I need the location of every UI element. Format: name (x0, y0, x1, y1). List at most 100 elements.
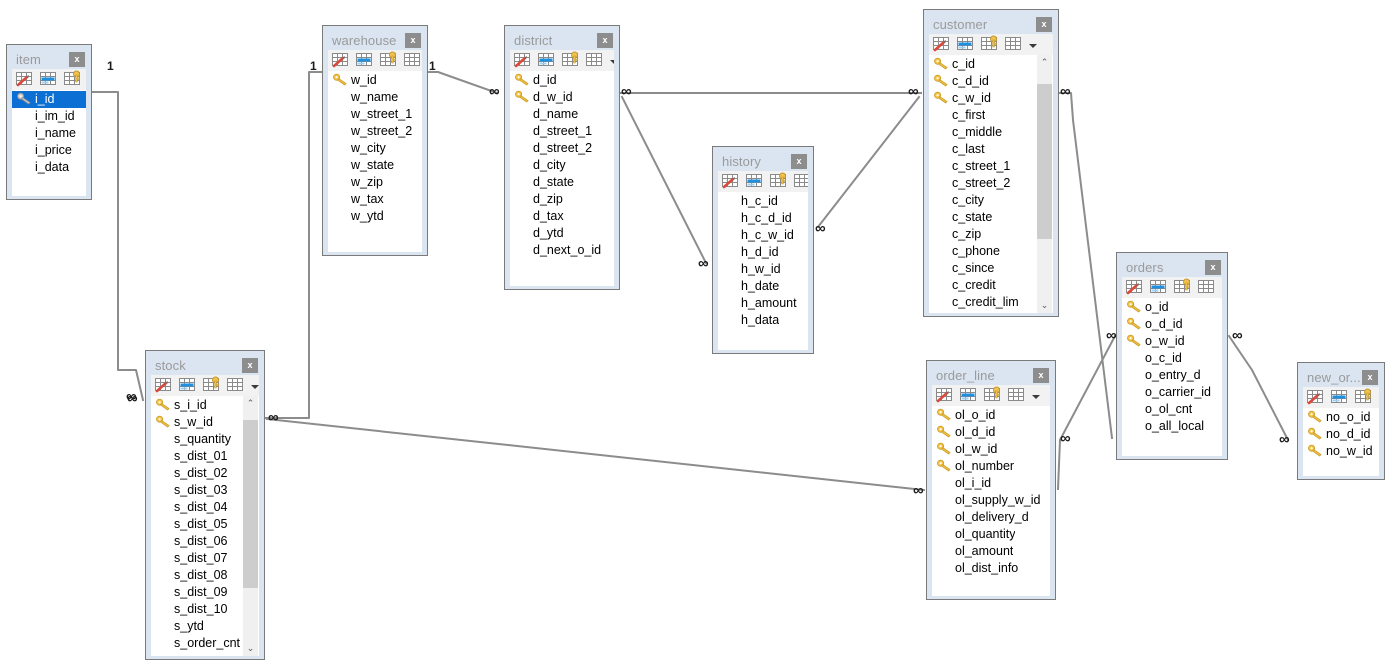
table-titlebar-new_orders[interactable]: new_or... x (1303, 367, 1379, 387)
view-rows-icon[interactable] (537, 51, 558, 70)
field-row[interactable]: w_name (328, 89, 422, 106)
relationships-key-icon[interactable] (202, 376, 223, 395)
table-toolbar-stock[interactable] (151, 375, 259, 396)
close-icon[interactable]: x (1033, 367, 1049, 383)
view-rows-icon[interactable] (745, 172, 766, 191)
scroll-down-icon[interactable]: ⌄ (1037, 298, 1052, 313)
view-rows-icon[interactable] (355, 51, 376, 70)
table-window-item[interactable]: item x i_id i_im_id i_name i_price i_data (6, 44, 92, 200)
close-icon[interactable]: x (1036, 16, 1052, 32)
edit-table-icon[interactable] (1125, 278, 1146, 297)
field-row[interactable]: c_credit (929, 277, 1053, 294)
field-row[interactable]: c_since (929, 260, 1053, 277)
field-row[interactable]: ol_supply_w_id (932, 492, 1050, 509)
table-toolbar-warehouse[interactable] (328, 50, 422, 71)
table-titlebar-stock[interactable]: stock x (151, 355, 259, 375)
chevron-down-icon[interactable] (1032, 395, 1040, 399)
relationships-key-icon[interactable] (1173, 278, 1194, 297)
field-row[interactable]: w_id (328, 72, 422, 89)
field-row[interactable]: d_next_o_id (510, 242, 614, 259)
field-row[interactable]: h_w_id (718, 261, 808, 278)
field-row[interactable]: c_phone (929, 243, 1053, 260)
field-row[interactable]: c_last (929, 141, 1053, 158)
scroll-up-icon[interactable]: ⌃ (243, 396, 258, 411)
edit-table-icon[interactable] (935, 386, 956, 405)
field-row[interactable]: i_im_id (12, 108, 86, 125)
field-row[interactable]: ol_i_id (932, 475, 1050, 492)
close-icon[interactable]: x (597, 32, 613, 48)
view-rows-icon[interactable] (959, 386, 980, 405)
table-toolbar-orders[interactable] (1122, 277, 1222, 298)
field-row[interactable]: o_w_id (1122, 333, 1222, 350)
field-row[interactable]: ol_w_id (932, 441, 1050, 458)
field-row[interactable]: c_credit_lim (929, 294, 1053, 311)
table-titlebar-order_line[interactable]: order_line x (932, 365, 1050, 385)
er-diagram-canvas[interactable]: 1 ∞ 1 ∞ 1 ∞ ∞ ∞ ∞ ∞ ∞ ∞ ∞ ∞ ∞ ∞ ∞ item x i… (0, 0, 1395, 665)
scrollbar-thumb[interactable] (1037, 84, 1052, 239)
field-row[interactable]: h_amount (718, 295, 808, 312)
table-toolbar-item[interactable] (12, 69, 86, 90)
field-row[interactable]: o_carrier_id (1122, 384, 1222, 401)
edit-table-icon[interactable] (932, 35, 953, 54)
close-icon[interactable]: x (791, 153, 807, 169)
field-row[interactable]: ol_o_id (932, 407, 1050, 424)
close-icon[interactable]: x (1362, 369, 1378, 385)
field-row[interactable]: w_city (328, 140, 422, 157)
field-row[interactable]: d_tax (510, 208, 614, 225)
field-row[interactable]: o_entry_d (1122, 367, 1222, 384)
table-titlebar-history[interactable]: history x (718, 151, 808, 171)
field-row[interactable]: i_name (12, 125, 86, 142)
vertical-scrollbar[interactable]: ⌃ ⌄ (243, 396, 258, 656)
grid-icon[interactable] (226, 376, 247, 395)
field-row[interactable]: c_street_2 (929, 175, 1053, 192)
table-window-warehouse[interactable]: warehouse x w_id w_name w_street_1 w_street_2… (322, 25, 428, 256)
field-row[interactable]: h_d_id (718, 244, 808, 261)
field-row[interactable]: ol_number (932, 458, 1050, 475)
field-row[interactable]: ol_amount (932, 543, 1050, 560)
field-row[interactable]: ol_d_id (932, 424, 1050, 441)
field-row[interactable]: h_date (718, 278, 808, 295)
field-row[interactable]: h_c_id (718, 193, 808, 210)
field-row[interactable]: c_city (929, 192, 1053, 209)
field-row[interactable]: w_street_2 (328, 123, 422, 140)
field-row[interactable]: o_ol_cnt (1122, 401, 1222, 418)
field-row[interactable]: d_zip (510, 191, 614, 208)
field-row[interactable]: d_street_1 (510, 123, 614, 140)
view-rows-icon[interactable] (178, 376, 199, 395)
field-row[interactable]: c_w_id (929, 90, 1053, 107)
edit-table-icon[interactable] (1306, 388, 1327, 407)
grid-icon[interactable] (1378, 388, 1379, 407)
edit-table-icon[interactable] (15, 70, 36, 89)
field-row[interactable]: h_c_d_id (718, 210, 808, 227)
scrollbar-track[interactable] (243, 411, 258, 641)
table-window-order_line[interactable]: order_line x ol_o_id ol_d_id ol_w_id ol_numbe… (926, 360, 1056, 600)
field-row[interactable]: c_zip (929, 226, 1053, 243)
field-row[interactable]: d_street_2 (510, 140, 614, 157)
close-icon[interactable]: x (69, 51, 85, 67)
view-rows-icon[interactable] (39, 70, 60, 89)
relationships-key-icon[interactable] (983, 386, 1004, 405)
chevron-down-icon[interactable] (1029, 44, 1037, 48)
field-row[interactable]: o_d_id (1122, 316, 1222, 333)
field-row[interactable]: w_state (328, 157, 422, 174)
relationships-key-icon[interactable] (1354, 388, 1375, 407)
table-titlebar-district[interactable]: district x (510, 30, 614, 50)
field-row[interactable]: c_state (929, 209, 1053, 226)
relationships-key-icon[interactable] (561, 51, 582, 70)
field-row[interactable]: ol_dist_info (932, 560, 1050, 577)
table-toolbar-district[interactable] (510, 50, 614, 71)
field-row[interactable]: i_price (12, 142, 86, 159)
edit-table-icon[interactable] (513, 51, 534, 70)
grid-icon[interactable] (585, 51, 606, 70)
field-row[interactable]: no_o_id (1303, 409, 1379, 426)
relationships-key-icon[interactable] (63, 70, 84, 89)
edit-table-icon[interactable] (331, 51, 352, 70)
field-row[interactable]: ol_delivery_d (932, 509, 1050, 526)
field-row[interactable]: w_tax (328, 191, 422, 208)
vertical-scrollbar[interactable]: ⌃ ⌄ (1037, 55, 1052, 313)
grid-icon[interactable] (1197, 278, 1218, 297)
field-row[interactable]: c_street_1 (929, 158, 1053, 175)
table-window-history[interactable]: history x h_c_id h_c_d_id h_c_w_id h_d_id h_w_… (712, 146, 814, 354)
table-toolbar-customer[interactable] (929, 34, 1053, 55)
table-window-new_orders[interactable]: new_or... x no_o_id no_d_id no_w_id (1297, 362, 1385, 480)
